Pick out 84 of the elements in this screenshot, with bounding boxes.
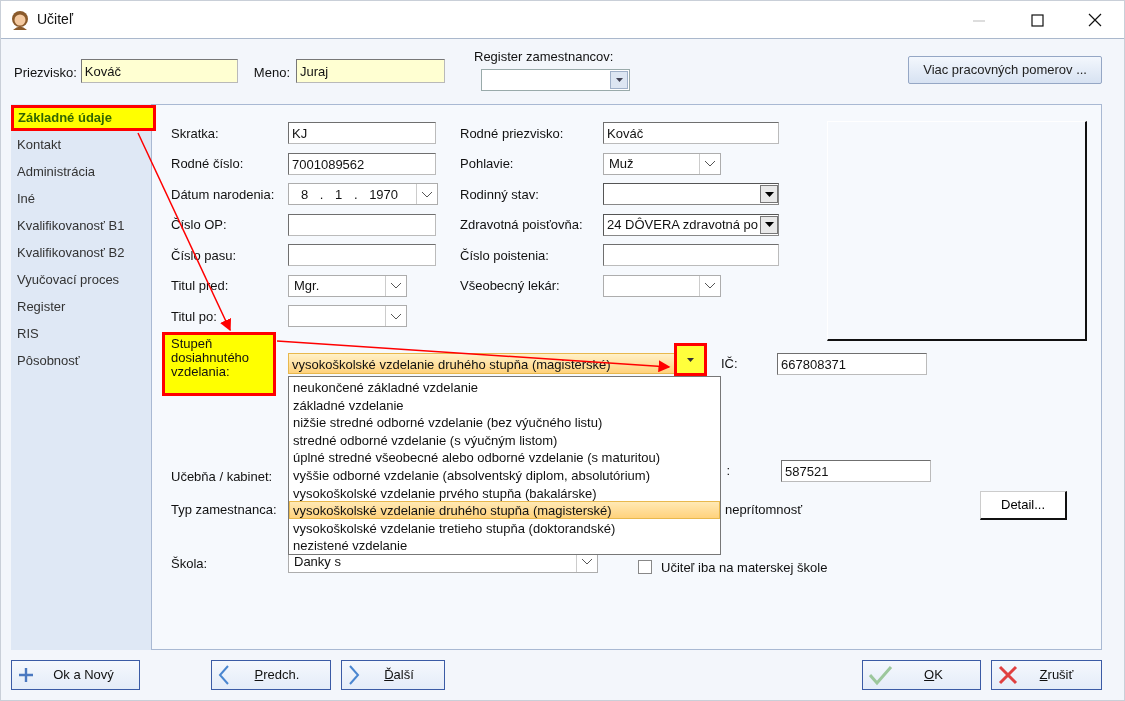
caret-icon[interactable] <box>764 191 774 197</box>
field-label: Dátum narodenia: <box>171 185 276 204</box>
list-option[interactable]: stredné odborné vzdelanie (s výučným listom) <box>289 430 720 449</box>
sidebar-item[interactable]: Pôsobnosť <box>11 347 151 374</box>
field-label: Skratka: <box>171 124 220 143</box>
caret-icon[interactable] <box>687 357 694 362</box>
field-label: Stupeň dosiahnutého vzdelania: <box>162 331 276 396</box>
list-option[interactable]: vysokoškolské vzdelanie druhého stupňa (magisterské) <box>289 501 720 519</box>
field-label: Učebňa / kabinet: <box>171 468 273 487</box>
text-field[interactable]: 667808371 <box>777 352 927 375</box>
text-field[interactable]: Kováč <box>603 122 779 145</box>
field-label: Zdravotná poisťovňa: <box>460 216 584 234</box>
dropdown-field[interactable] <box>603 274 721 297</box>
caret-icon[interactable] <box>615 77 623 82</box>
dropdown-field[interactable]: Mgr. <box>288 274 407 297</box>
field-label: Meno: <box>253 64 290 82</box>
dropdown-field[interactable] <box>288 305 407 328</box>
more-button[interactable]: Viac pracovných pomerov ... <box>908 56 1102 84</box>
plus-icon <box>18 667 34 683</box>
cancel-button[interactable]: Zrušiť <box>991 660 1102 690</box>
chevron-icon[interactable] <box>389 281 403 291</box>
text-field[interactable] <box>603 244 779 267</box>
date-field[interactable]: 8 . 1 . 1970 <box>288 183 438 206</box>
dropdown-field[interactable] <box>603 183 779 206</box>
field-label: IČ: <box>721 354 739 373</box>
sidebar-item[interactable]: Kvalifikovanosť B1 <box>11 212 151 239</box>
list-option[interactable]: vyššie odborné vzdelanie (absolventský diplom, absolutórium) <box>289 465 720 484</box>
field-label: Register zamestnancov: <box>474 48 615 66</box>
field-label: Titul po: <box>171 307 218 326</box>
list-option[interactable]: nižšie stredné odborné vzdelanie (bez výučného listu) <box>289 413 720 431</box>
first-name-field[interactable]: Juraj <box>296 59 445 83</box>
checkbox[interactable] <box>638 560 652 575</box>
ok-button[interactable]: OK <box>862 660 981 690</box>
check-icon <box>869 664 893 686</box>
sidebar-item[interactable]: Kvalifikovanosť B2 <box>11 239 151 266</box>
text-field[interactable]: 587521 <box>781 460 931 482</box>
sidebar-item[interactable]: Vyučovací proces <box>11 266 151 293</box>
chevron-right-icon <box>348 665 360 685</box>
field-label: Rodné priezvisko: <box>460 124 565 143</box>
list-option[interactable]: vysokoškolské vzdelanie tretieho stupňa (doktorandské) <box>289 518 720 537</box>
dropdown-field[interactable]: Muž <box>603 152 721 175</box>
chevron-icon[interactable] <box>389 311 403 321</box>
list-option[interactable]: neukončené základné vzdelanie <box>289 378 720 396</box>
sidebar-item[interactable]: Administrácia <box>11 158 151 185</box>
next-button[interactable]: Ďalší <box>341 660 445 690</box>
chevron-icon[interactable] <box>703 281 717 291</box>
text-field[interactable] <box>288 244 436 267</box>
sidebar-item[interactable]: Register <box>11 293 151 320</box>
field-label: Všeobecný lekár: <box>460 277 561 295</box>
surname-field[interactable]: Kováč <box>80 59 238 83</box>
sidebar-item[interactable]: Kontakt <box>11 131 151 158</box>
field-label: : <box>726 462 730 481</box>
sidebar-item[interactable]: Iné <box>11 185 151 212</box>
plus-button[interactable]: Ok a Nový <box>11 660 140 690</box>
detail-button[interactable]: Detail... <box>980 490 1068 520</box>
list-option[interactable]: základné vzdelanie <box>289 395 720 414</box>
prev-button[interactable]: Predch. <box>211 660 331 690</box>
dropdown-field[interactable] <box>481 68 630 91</box>
chevron-icon[interactable] <box>580 557 594 566</box>
text-field[interactable] <box>288 213 436 236</box>
person-icon <box>10 9 30 30</box>
checkbox-label: Učiteľ iba na materskej škole <box>661 558 828 577</box>
dropdown-button[interactable] <box>674 343 707 376</box>
text-field[interactable]: KJ <box>288 122 436 145</box>
close-icon <box>998 665 1018 685</box>
text-field[interactable]: 7001089562 <box>288 152 436 175</box>
field-label: Škola: <box>171 554 209 573</box>
field-label: Typ zamestnanca: <box>171 501 277 520</box>
field-label: Číslo poistenia: <box>460 246 550 265</box>
sidebar-item[interactable]: RIS <box>11 320 151 347</box>
list-option[interactable]: úplné stredné všeobecné alebo odborné vzdelanie (s maturitou) <box>289 448 720 466</box>
checkbox-label: neprítomnosť <box>725 501 803 520</box>
caret-icon[interactable] <box>764 222 774 228</box>
chevron-left-icon <box>218 665 230 685</box>
list-option[interactable]: vysokoškolské vzdelanie prvého stupňa (bakalárske) <box>289 483 720 502</box>
window-title: Učiteľ <box>37 10 73 29</box>
sidebar-item[interactable]: Základné údaje <box>11 105 156 131</box>
chevron-icon[interactable] <box>420 189 434 199</box>
chevron-icon[interactable] <box>703 159 717 169</box>
dropdown-field[interactable]: 24 DÔVERA zdravotná po <box>603 213 779 236</box>
field-label: Rodinný stav: <box>460 185 540 204</box>
field-label: Priezvisko: <box>14 64 77 82</box>
field-label: Rodné číslo: <box>171 155 245 173</box>
field-label: Pohlavie: <box>460 155 515 173</box>
